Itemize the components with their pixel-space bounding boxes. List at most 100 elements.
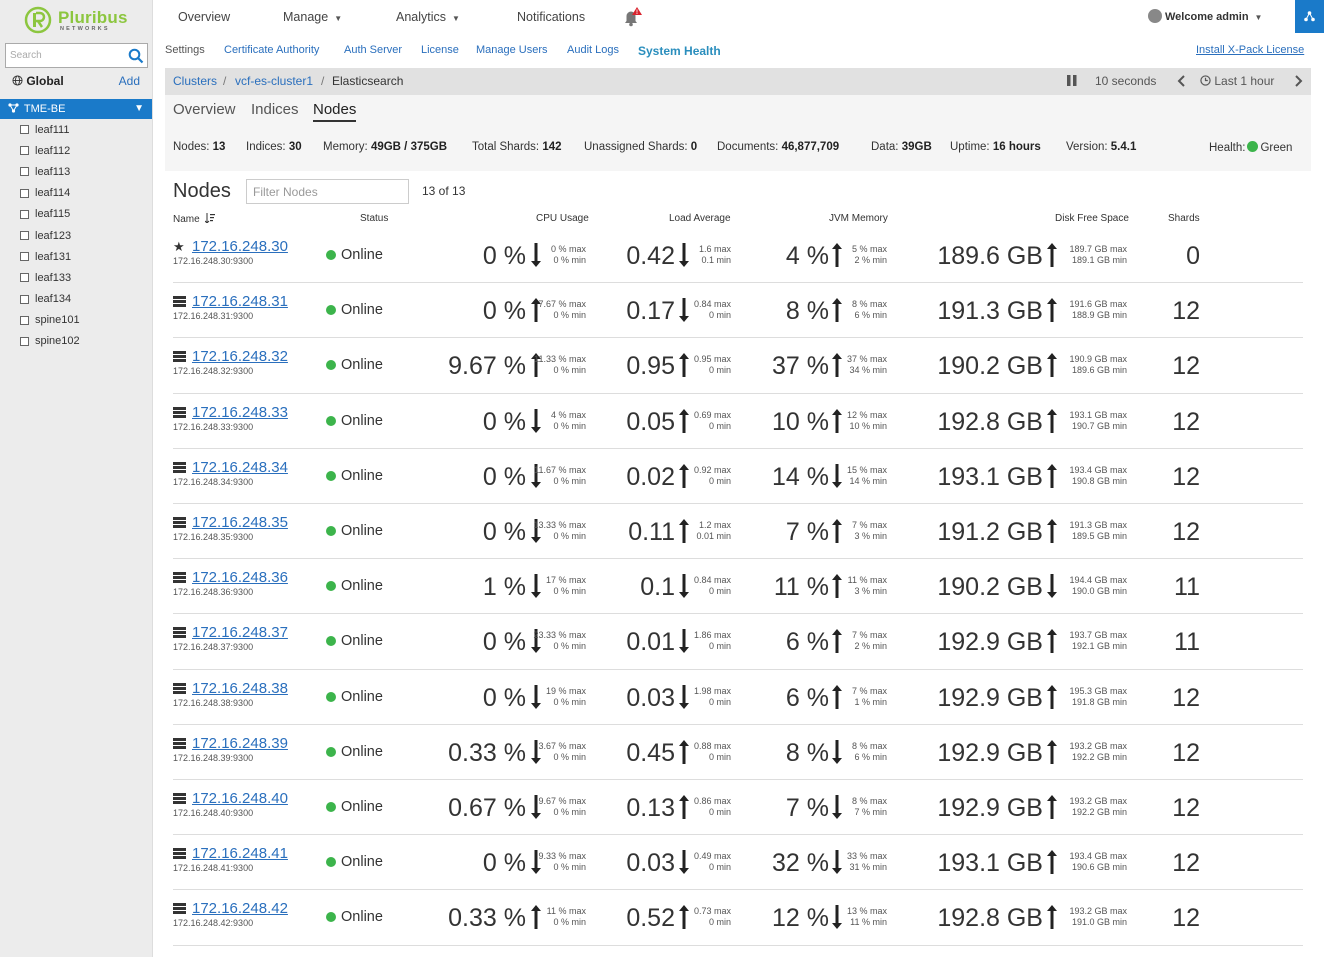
checkbox[interactable]: [20, 209, 29, 219]
sitemap-button[interactable]: [1295, 0, 1324, 33]
disk-metric: 193.1 GB 193.4 GB max 190.8 GB min: [173, 460, 1127, 494]
pause-button[interactable]: [1067, 75, 1077, 89]
checkbox[interactable]: [20, 231, 29, 241]
checkbox[interactable]: [20, 125, 29, 135]
nav-manage[interactable]: Manage ▼: [283, 10, 342, 24]
disk-max: 193.2 GB max: [1069, 906, 1127, 917]
disk-max: 193.4 GB max: [1069, 464, 1127, 475]
stat-health: Health: Green: [1209, 141, 1292, 154]
filter-nodes-input[interactable]: [246, 179, 409, 204]
disk-min: 190.8 GB min: [1071, 475, 1127, 486]
stat-nodes: Nodes: 13: [173, 141, 225, 153]
user-menu[interactable]: Welcome admin ▼: [1148, 9, 1262, 23]
disk-min: 191.0 GB min: [1071, 917, 1127, 928]
time-range[interactable]: Last 1 hour: [1200, 74, 1274, 88]
node-shards: 11: [1174, 573, 1200, 602]
checkbox[interactable]: [20, 336, 29, 346]
node-shards: 12: [1172, 849, 1200, 878]
switch-item[interactable]: spine101: [20, 310, 150, 331]
switch-item[interactable]: leaf134: [20, 289, 150, 310]
nav-manage-label: Manage: [283, 10, 329, 24]
subnav-manage-users[interactable]: Manage Users: [476, 44, 548, 56]
search-icon[interactable]: [128, 48, 144, 64]
disk-value: 192.9 GB: [937, 683, 1043, 712]
subnav-settings[interactable]: Settings: [165, 44, 205, 56]
checkbox[interactable]: [20, 294, 29, 304]
caret-down-icon: ▼: [452, 14, 460, 23]
switch-label: spine102: [35, 335, 80, 348]
tab-overview[interactable]: Overview: [173, 101, 236, 118]
subnav-certificate-authority[interactable]: Certificate Authority: [224, 44, 319, 56]
switch-item[interactable]: spine102: [20, 331, 150, 352]
checkbox[interactable]: [20, 188, 29, 198]
switch-item[interactable]: leaf111: [20, 119, 150, 140]
welcome-label: Welcome admin: [1165, 11, 1249, 23]
column-header-jvm[interactable]: JVM Memory: [829, 213, 888, 224]
node-shards: 12: [1172, 794, 1200, 822]
disk-value: 192.9 GB: [937, 738, 1043, 767]
disk-range: 194.4 GB max 190.0 GB min: [1069, 575, 1127, 597]
subnav-auth-server[interactable]: Auth Server: [344, 44, 402, 56]
refresh-interval[interactable]: 10 seconds: [1095, 74, 1156, 88]
subnav-system-health[interactable]: System Health: [638, 44, 721, 58]
column-header-load[interactable]: Load Average: [669, 213, 731, 224]
switch-item[interactable]: leaf113: [20, 161, 150, 182]
table-row: 172.16.248.38 172.16.248.38:9300 Online 0 %…: [173, 670, 1303, 725]
brand-subtitle: NETWORKS: [60, 26, 110, 32]
subnav-audit-logs[interactable]: Audit Logs: [567, 44, 619, 56]
breadcrumb-cluster[interactable]: vcf-es-cluster1: [235, 74, 313, 88]
disk-metric: 191.3 GB 191.6 GB max 188.9 GB min: [173, 294, 1127, 328]
switch-item[interactable]: leaf131: [20, 246, 150, 267]
nav-overview[interactable]: Overview: [178, 10, 230, 24]
nav-notifications[interactable]: Notifications: [517, 10, 585, 24]
switch-item[interactable]: leaf114: [20, 183, 150, 204]
chevron-left-icon[interactable]: [1177, 74, 1186, 90]
column-header-name[interactable]: Name: [173, 213, 216, 225]
add-link[interactable]: Add: [119, 74, 140, 88]
stat-indices-label: Indices:: [246, 141, 286, 153]
breadcrumb-clusters[interactable]: Clusters: [173, 74, 217, 88]
stat-version-value: 5.4.1: [1110, 141, 1137, 153]
global-scope-row[interactable]: Global Add: [12, 74, 148, 88]
global-label: Global: [26, 74, 64, 88]
switch-label: leaf114: [35, 187, 71, 200]
stat-version-label: Version:: [1066, 141, 1108, 153]
disk-range: 195.3 GB max 191.8 GB min: [1069, 686, 1127, 708]
subnav-license[interactable]: License: [421, 44, 459, 56]
disk-range: 193.7 GB max 192.1 GB min: [1069, 630, 1127, 652]
bell-alert-icon[interactable]: !: [621, 6, 643, 28]
disk-range: 193.1 GB max 190.7 GB min: [1069, 410, 1127, 432]
column-header-cpu[interactable]: CPU Usage: [536, 213, 589, 224]
disk-value: 193.1 GB: [937, 462, 1043, 491]
disk-metric: 190.2 GB 190.9 GB max 189.6 GB min: [173, 349, 1127, 383]
tab-indices[interactable]: Indices: [251, 101, 299, 118]
checkbox[interactable]: [20, 146, 29, 156]
column-header-disk[interactable]: Disk Free Space: [1055, 213, 1129, 224]
checkbox[interactable]: [20, 252, 29, 262]
table-row: 172.16.248.41 172.16.248.41:9300 Online 0 %…: [173, 835, 1303, 891]
column-header-status[interactable]: Status: [360, 213, 388, 224]
checkbox[interactable]: [20, 167, 29, 177]
fabric-item-selected[interactable]: TME-BE ▼: [0, 99, 152, 119]
pluribus-logo[interactable]: Pluribus NETWORKS: [24, 4, 144, 36]
tab-nodes[interactable]: Nodes: [313, 101, 357, 122]
chevron-right-icon[interactable]: [1294, 74, 1303, 90]
stat-total-shards-value: 142: [542, 141, 562, 153]
switch-item[interactable]: leaf123: [20, 225, 150, 246]
sidebar-search-input[interactable]: [6, 44, 121, 67]
nav-analytics[interactable]: Analytics ▼: [396, 10, 460, 24]
breadcrumb-separator: /: [223, 74, 227, 88]
disk-min: 192.2 GB min: [1071, 751, 1127, 762]
checkbox[interactable]: [20, 315, 29, 325]
chevron-down-icon[interactable]: ▼: [134, 99, 144, 119]
install-xpack-link[interactable]: Install X-Pack License: [1196, 44, 1304, 56]
column-header-shards[interactable]: Shards: [1168, 213, 1200, 224]
switch-item[interactable]: leaf133: [20, 267, 150, 288]
disk-max: 190.9 GB max: [1069, 354, 1127, 365]
arrow-up-icon: [1046, 681, 1058, 711]
switch-item[interactable]: leaf112: [20, 140, 150, 161]
disk-max: 195.3 GB max: [1069, 685, 1127, 696]
table-row: ★ 172.16.248.30 172.16.248.30:9300 Online 0 …: [173, 228, 1303, 284]
switch-item[interactable]: leaf115: [20, 204, 150, 225]
checkbox[interactable]: [20, 273, 29, 283]
